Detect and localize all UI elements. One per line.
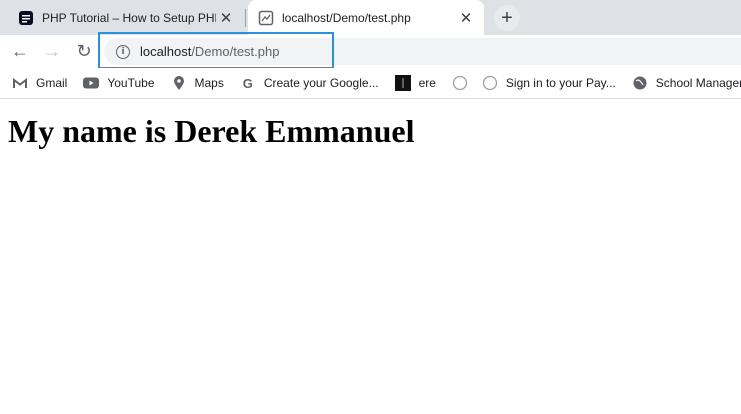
page-content: My name is Derek Emmanuel bbox=[0, 99, 741, 414]
bookmark-sign-in-pay[interactable]: Sign in to your Pay... bbox=[482, 75, 616, 91]
globe-outline-icon bbox=[452, 75, 468, 91]
bookmark-create-google[interactable]: G Create your Google... bbox=[240, 75, 379, 91]
bookmark-label: YouTube bbox=[107, 76, 155, 90]
bookmarks-bar: Gmail YouTube Maps G Create your Google.… bbox=[0, 68, 741, 99]
bookmark-youtube[interactable]: YouTube bbox=[83, 75, 155, 91]
close-tab-icon[interactable]: ✕ bbox=[456, 8, 476, 28]
close-tab-icon[interactable]: ✕ bbox=[216, 8, 236, 28]
bookmark-label: Maps bbox=[194, 76, 224, 90]
bookmark-label: Gmail bbox=[36, 76, 68, 90]
bookmark-label: Sign in to your Pay... bbox=[505, 76, 616, 90]
page-icon bbox=[258, 10, 274, 26]
bookmark-ere[interactable]: ere bbox=[394, 75, 436, 91]
tab-localhost[interactable]: localhost/Demo/test.php ✕ bbox=[248, 0, 484, 35]
globe-outline-icon bbox=[482, 75, 498, 91]
tab-title: PHP Tutorial – How to Setup PHP bbox=[42, 10, 216, 25]
tab-divider bbox=[245, 9, 246, 27]
tab-strip: PHP Tutorial – How to Setup PHP ✕ localh… bbox=[0, 0, 741, 35]
page-heading: My name is Derek Emmanuel bbox=[8, 113, 415, 149]
back-arrow-icon[interactable]: ← bbox=[8, 39, 32, 63]
tab-title: localhost/Demo/test.php bbox=[282, 10, 411, 25]
reload-icon[interactable]: ↻ bbox=[72, 39, 96, 63]
youtube-icon bbox=[83, 75, 100, 91]
bookmark-gmail[interactable]: Gmail bbox=[12, 75, 67, 91]
freecodecamp-icon bbox=[18, 10, 34, 26]
bookmark-label: Create your Google... bbox=[263, 76, 379, 90]
dark-square-icon bbox=[394, 75, 411, 91]
bookmark-label: ere bbox=[418, 76, 436, 90]
bookmark-untitled[interactable] bbox=[452, 75, 468, 91]
address-highlight-box bbox=[98, 32, 334, 69]
gmail-icon bbox=[12, 75, 28, 91]
maps-icon bbox=[171, 75, 187, 91]
bookmark-label: School Manager bbox=[655, 76, 741, 90]
new-tab-button[interactable]: + bbox=[494, 5, 520, 31]
tab-php-tutorial[interactable]: PHP Tutorial – How to Setup PHP ✕ bbox=[8, 0, 244, 35]
globe-filled-icon bbox=[632, 75, 648, 91]
bookmark-school-manager[interactable]: School Manager bbox=[632, 75, 741, 91]
bookmark-maps[interactable]: Maps bbox=[171, 75, 224, 91]
google-icon: G bbox=[242, 75, 253, 91]
forward-arrow-icon[interactable]: → bbox=[40, 39, 64, 63]
